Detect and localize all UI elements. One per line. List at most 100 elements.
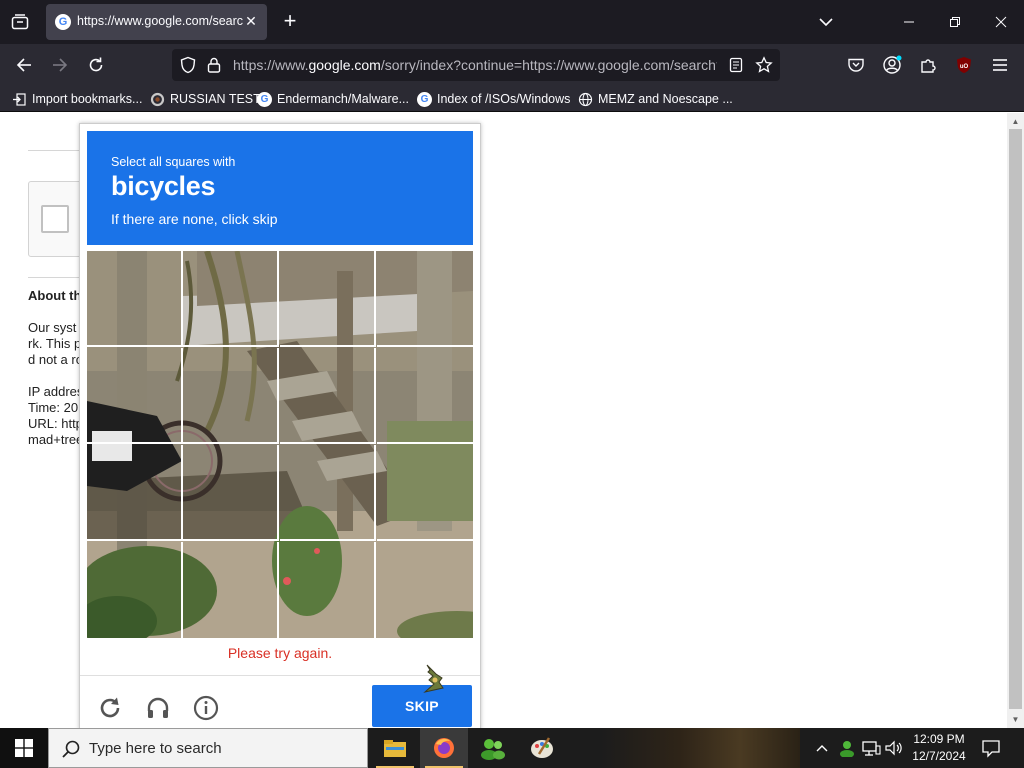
grid-tile[interactable]	[87, 445, 183, 541]
bookmark-label: Endermanch/Malware...	[277, 92, 410, 106]
network-icon[interactable]	[860, 738, 882, 758]
challenge-hint: If there are none, click skip	[111, 211, 278, 227]
bookmark-endermanch[interactable]: G Endermanch/Malware...	[257, 90, 409, 108]
about-line: d not a ro	[28, 352, 83, 367]
bookmark-label: Import bookmarks...	[32, 92, 143, 106]
reload-icon[interactable]	[84, 53, 108, 77]
extensions-puzzle-icon[interactable]	[916, 53, 940, 77]
lock-icon[interactable]	[202, 53, 226, 77]
bookmark-star-icon[interactable]	[752, 53, 776, 77]
about-line: Our syst	[28, 320, 77, 335]
list-all-tabs-icon[interactable]	[8, 11, 32, 33]
about-line: rk. This p	[28, 336, 82, 351]
grid-tile[interactable]	[87, 348, 183, 444]
bookmarks-toolbar: Import bookmarks... RUSSIAN TEST G Ender…	[0, 86, 1024, 112]
reload-challenge-icon[interactable]	[95, 693, 125, 723]
grid-tile[interactable]	[280, 542, 376, 638]
grid-tile[interactable]	[377, 445, 473, 541]
ublock-origin-icon[interactable]: uO	[952, 53, 976, 77]
google-icon: G	[257, 91, 272, 107]
grid-tile[interactable]	[377, 542, 473, 638]
people-tray-icon[interactable]	[836, 738, 858, 758]
scroll-up-icon[interactable]: ▲	[1011, 117, 1020, 126]
about-heading: About th	[28, 288, 82, 303]
info-icon[interactable]	[191, 693, 221, 723]
challenge-image-grid	[87, 251, 473, 638]
challenge-instruction: Select all squares with	[111, 155, 236, 169]
about-line: IP addres	[28, 384, 84, 399]
address-bar[interactable]: https://www.google.com/sorry/index?conti…	[172, 49, 780, 81]
grid-tile[interactable]	[377, 251, 473, 347]
skip-button[interactable]: SKIP	[372, 685, 472, 727]
scroll-down-icon[interactable]: ▼	[1011, 715, 1020, 724]
bookmark-russian-test[interactable]: RUSSIAN TEST	[150, 90, 261, 108]
show-hidden-icons-chevron-up-icon[interactable]	[814, 738, 830, 758]
grid-tile[interactable]	[183, 445, 279, 541]
people-app-icon[interactable]	[469, 728, 517, 768]
pocket-icon[interactable]	[844, 53, 868, 77]
url-prefix: https://www.	[233, 57, 309, 73]
audio-challenge-headphones-icon[interactable]	[143, 693, 173, 723]
taskbar-wallpaper-strip	[600, 728, 800, 768]
chevron-down-icon[interactable]	[816, 13, 836, 31]
page-scrollbar[interactable]: ▲ ▼	[1007, 113, 1024, 728]
about-text: Our syst rk. This p d not a ro IP addres…	[28, 320, 83, 448]
close-tab-icon[interactable]: ✕	[243, 13, 259, 29]
taskbar-search-box[interactable]: Type here to search	[48, 728, 368, 768]
about-line: mad+tree	[28, 432, 84, 447]
screen: G https://www.google.com/search?q=... ✕ …	[0, 0, 1024, 768]
windows-start-icon[interactable]	[0, 728, 48, 768]
restore-icon[interactable]	[941, 8, 969, 36]
tracking-protection-shield-icon[interactable]	[176, 53, 200, 77]
notifications-icon[interactable]	[978, 736, 1004, 760]
browser-tab[interactable]: G https://www.google.com/search?q=... ✕	[46, 4, 267, 40]
paint-app-icon[interactable]	[518, 728, 566, 768]
divider	[80, 675, 480, 676]
grid-tile[interactable]	[280, 251, 376, 347]
mouse-cursor-icon	[423, 664, 445, 694]
hamburger-menu-icon[interactable]	[988, 53, 1012, 77]
close-window-icon[interactable]	[987, 8, 1015, 36]
bookmark-label: Index of /ISOs/Windows	[437, 92, 571, 106]
system-clock[interactable]: 12:09 PM 12/7/2024	[906, 731, 972, 765]
google-icon: G	[417, 91, 432, 107]
grid-tile[interactable]	[280, 445, 376, 541]
about-line	[28, 368, 83, 384]
grid-tile[interactable]	[183, 251, 279, 347]
about-line: Time: 20	[28, 400, 79, 415]
recaptcha-challenge-dialog: Select all squares with bicycles If ther…	[79, 123, 481, 730]
forward-icon[interactable]	[48, 53, 72, 77]
grid-tile[interactable]	[183, 348, 279, 444]
challenge-header: Select all squares with bicycles If ther…	[87, 131, 473, 245]
bookmark-label: MEMZ and Noescape ...	[598, 92, 733, 106]
reader-view-icon[interactable]	[724, 53, 748, 77]
back-icon[interactable]	[12, 53, 36, 77]
navigation-toolbar: https://www.google.com/sorry/index?conti…	[0, 44, 1024, 86]
challenge-keyword: bicycles	[111, 171, 216, 201]
volume-icon[interactable]	[884, 738, 904, 758]
grid-tile[interactable]	[183, 542, 279, 638]
url-text[interactable]: https://www.google.com/sorry/index?conti…	[233, 57, 717, 73]
grid-tile[interactable]	[87, 542, 183, 638]
svg-text:uO: uO	[960, 64, 969, 70]
bookmark-isos[interactable]: G Index of /ISOs/Windows	[417, 90, 570, 108]
file-explorer-icon[interactable]	[371, 728, 419, 768]
clock-date: 12/7/2024	[912, 749, 966, 763]
bookmark-label: RUSSIAN TEST	[170, 92, 261, 106]
google-favicon-icon: G	[55, 14, 71, 30]
bookmark-import[interactable]: Import bookmarks...	[12, 90, 142, 108]
tab-title: https://www.google.com/search?q=...	[77, 14, 243, 28]
bookmark-memz[interactable]: MEMZ and Noescape ...	[578, 90, 733, 108]
minimize-icon[interactable]	[895, 8, 923, 36]
account-icon[interactable]	[880, 53, 904, 77]
globe-icon	[578, 92, 593, 107]
grid-tile[interactable]	[377, 348, 473, 444]
firefox-taskbar-icon[interactable]	[420, 728, 468, 768]
scroll-thumb[interactable]	[1009, 129, 1022, 709]
new-tab-icon[interactable]: +	[280, 10, 300, 33]
grid-tile[interactable]	[280, 348, 376, 444]
recaptcha-checkbox[interactable]	[41, 205, 69, 233]
about-line: URL: http	[28, 416, 83, 431]
grid-tile[interactable]	[87, 251, 183, 347]
import-icon	[12, 92, 27, 107]
